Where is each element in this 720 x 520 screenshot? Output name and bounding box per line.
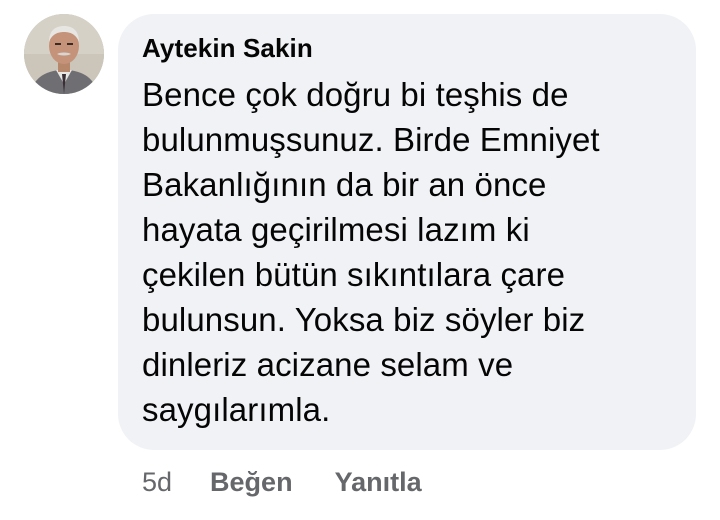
- like-button[interactable]: Beğen: [210, 467, 293, 498]
- comment-bubble: Aytekin Sakin Bence çok doğru bi teşhis …: [118, 14, 696, 450]
- reply-button[interactable]: Yanıtla: [335, 467, 422, 498]
- comment-actions: 5d Beğen Yanıtla: [142, 462, 464, 502]
- comment-author-name[interactable]: Aytekin Sakin: [142, 30, 672, 66]
- author-avatar[interactable]: [24, 14, 104, 94]
- comment: Aytekin Sakin Bence çok doğru bi teşhis …: [0, 0, 720, 520]
- profile-photo-icon: [24, 14, 104, 94]
- comment-timestamp[interactable]: 5d: [142, 467, 172, 498]
- comment-text: Bence çok doğru bi teşhis de bulunmuşsun…: [142, 76, 600, 428]
